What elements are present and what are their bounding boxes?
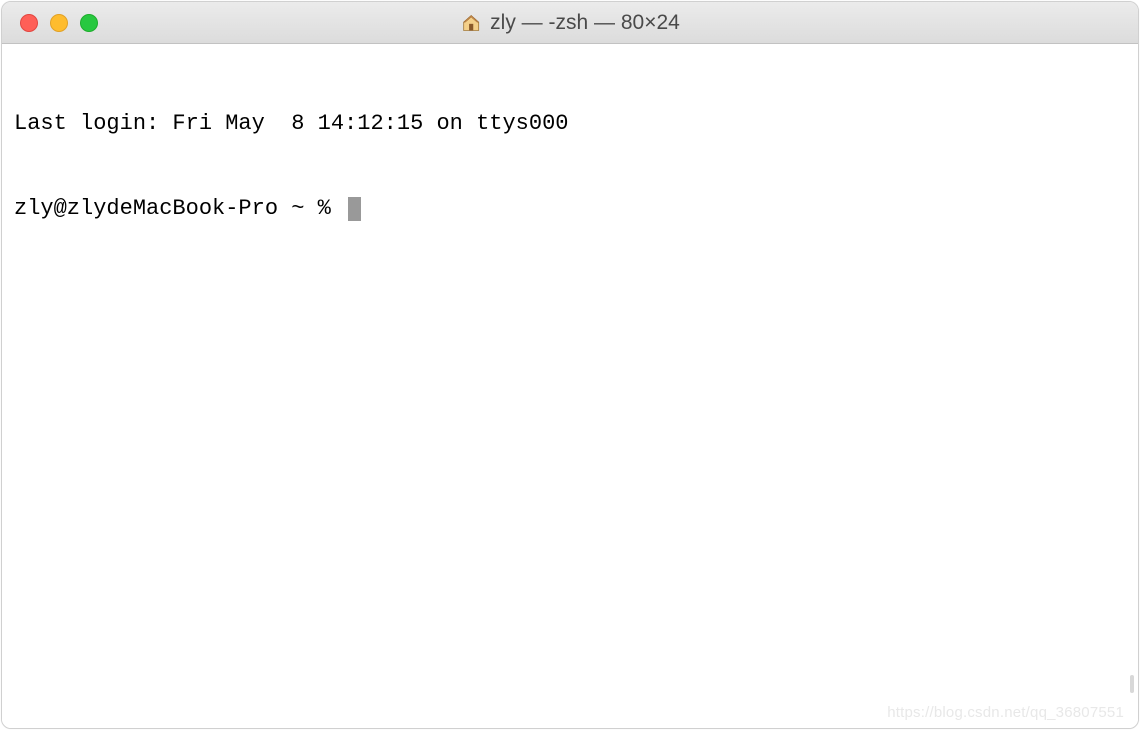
window-title-container: zly — -zsh — 80×24: [460, 11, 680, 35]
last-login-line: Last login: Fri May 8 14:12:15 on ttys00…: [14, 110, 1126, 138]
home-icon: [460, 12, 482, 34]
scroll-indicator: [1130, 675, 1134, 693]
traffic-lights: [20, 14, 98, 32]
close-button[interactable]: [20, 14, 38, 32]
prompt-line: zly@zlydeMacBook-Pro ~ %: [14, 195, 1126, 223]
terminal-body[interactable]: Last login: Fri May 8 14:12:15 on ttys00…: [2, 44, 1138, 728]
titlebar[interactable]: zly — -zsh — 80×24: [2, 2, 1138, 44]
terminal-window: zly — -zsh — 80×24 Last login: Fri May 8…: [1, 1, 1139, 729]
prompt-text: zly@zlydeMacBook-Pro ~ %: [14, 195, 344, 223]
maximize-button[interactable]: [80, 14, 98, 32]
watermark: https://blog.csdn.net/qq_36807551: [887, 703, 1124, 722]
window-title: zly — -zsh — 80×24: [490, 11, 680, 35]
minimize-button[interactable]: [50, 14, 68, 32]
cursor: [348, 197, 361, 221]
